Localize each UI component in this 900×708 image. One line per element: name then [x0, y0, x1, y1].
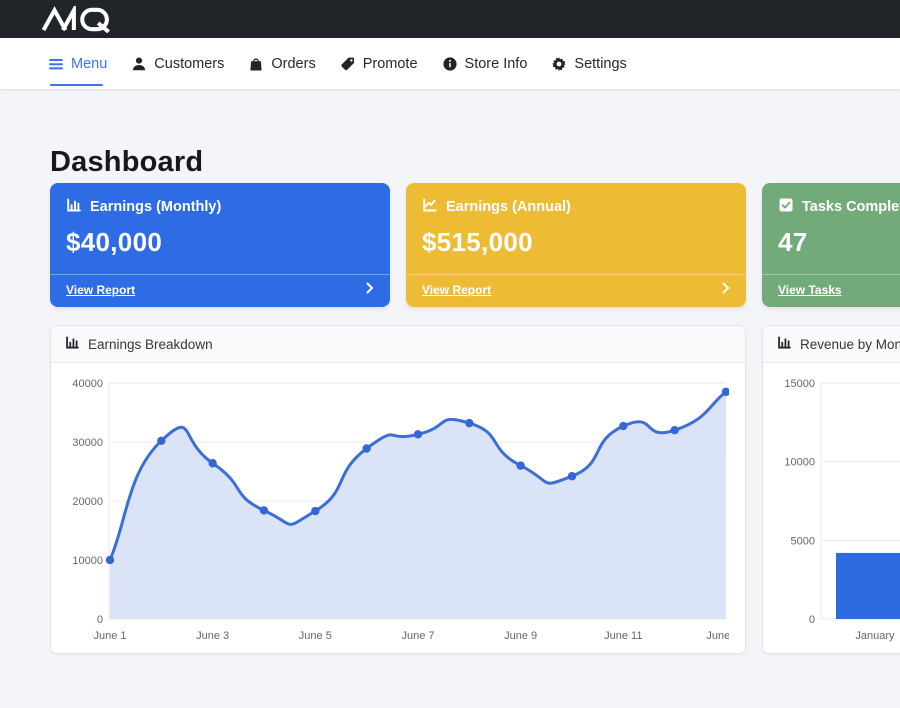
info-circle-icon	[442, 56, 458, 72]
svg-text:June 5: June 5	[299, 630, 332, 642]
svg-text:10000: 10000	[72, 555, 103, 567]
nav-item-customers[interactable]: Customers	[131, 38, 224, 89]
nav-item-label: Customers	[154, 56, 224, 72]
chevron-right-icon	[366, 281, 374, 299]
svg-text:20000: 20000	[72, 496, 103, 508]
tag-icon	[340, 56, 356, 72]
shopping-bag-icon	[248, 56, 264, 72]
nav-item-store-info[interactable]: Store Info	[442, 38, 528, 89]
stat-card-title: Earnings (Annual)	[446, 199, 571, 215]
chart-title: Revenue by Month	[800, 337, 900, 352]
bar-chart-icon	[65, 335, 80, 353]
earnings-annual-card: Earnings (Annual) $515,000 View Report	[406, 183, 746, 307]
line-chart-icon	[422, 197, 438, 217]
revenue-by-month-card: Revenue by Month 0 5000 10000 15000 January	[762, 325, 900, 654]
stat-card-value: $40,000	[66, 227, 374, 258]
stat-card-title: Tasks Completed	[802, 199, 900, 215]
stat-card-value: $515,000	[422, 227, 730, 258]
svg-text:0: 0	[97, 614, 103, 626]
svg-text:30000: 30000	[72, 437, 103, 449]
gear-icon	[551, 56, 567, 72]
charts-row: Earnings Breakdown 0 10000 20000 30000 40000…	[50, 325, 900, 654]
check-square-icon	[778, 197, 794, 217]
nav-item-label: Settings	[574, 56, 626, 72]
svg-text:0: 0	[809, 614, 815, 626]
svg-text:June 11: June 11	[604, 630, 642, 642]
chart-title: Earnings Breakdown	[88, 337, 213, 352]
svg-text:40000: 40000	[72, 378, 103, 390]
nav-item-label: Menu	[71, 56, 107, 72]
brand-logo-mq[interactable]	[40, 6, 128, 33]
svg-text:5000: 5000	[791, 535, 815, 547]
stat-card-title: Earnings (Monthly)	[90, 199, 221, 215]
page-title: Dashboard	[50, 148, 900, 177]
revenue-by-month-chart[interactable]: 0 5000 10000 15000 January	[763, 363, 900, 653]
active-tab-underline	[50, 84, 103, 86]
svg-text:January: January	[855, 630, 895, 642]
nav-item-orders[interactable]: Orders	[248, 38, 315, 89]
dashboard-content: Dashboard Earnings (Monthly) $40,000 Vie…	[0, 148, 900, 654]
earnings-monthly-card: Earnings (Monthly) $40,000 View Report	[50, 183, 390, 307]
person-icon	[131, 56, 147, 72]
nav-item-label: Orders	[271, 56, 315, 72]
view-report-link[interactable]: View Report	[422, 283, 491, 297]
svg-text:June 1: June 1	[93, 630, 126, 642]
nav-item-menu[interactable]: Menu	[48, 38, 107, 89]
svg-text:June 9: June 9	[504, 630, 537, 642]
chevron-right-icon	[722, 281, 730, 299]
top-app-bar	[0, 0, 900, 38]
svg-text:June 13: June 13	[706, 630, 729, 642]
svg-text:15000: 15000	[784, 378, 815, 390]
stat-card-value: 47	[778, 227, 900, 258]
nav-item-label: Promote	[363, 56, 418, 72]
tasks-completed-card: Tasks Completed 47 View Tasks	[762, 183, 900, 307]
earnings-breakdown-card: Earnings Breakdown 0 10000 20000 30000 40000…	[50, 325, 746, 654]
hamburger-icon	[48, 57, 64, 71]
stat-cards-row: Earnings (Monthly) $40,000 View Report E…	[50, 183, 900, 307]
earnings-breakdown-chart[interactable]: 0 10000 20000 30000 40000 June 1 June 3 June 5 J…	[51, 363, 745, 653]
nav-item-promote[interactable]: Promote	[340, 38, 418, 89]
nav-item-settings[interactable]: Settings	[551, 38, 626, 89]
svg-text:June 3: June 3	[196, 630, 229, 642]
nav-item-label: Store Info	[465, 56, 528, 72]
view-report-link[interactable]: View Report	[66, 283, 135, 297]
svg-text:June 7: June 7	[401, 630, 434, 642]
bar-chart-icon	[777, 335, 792, 353]
view-tasks-link[interactable]: View Tasks	[778, 283, 842, 297]
svg-text:10000: 10000	[784, 457, 815, 469]
bar-chart-icon	[66, 197, 82, 217]
main-navbar: Menu Customers Orders Promote Store Info…	[0, 38, 900, 90]
